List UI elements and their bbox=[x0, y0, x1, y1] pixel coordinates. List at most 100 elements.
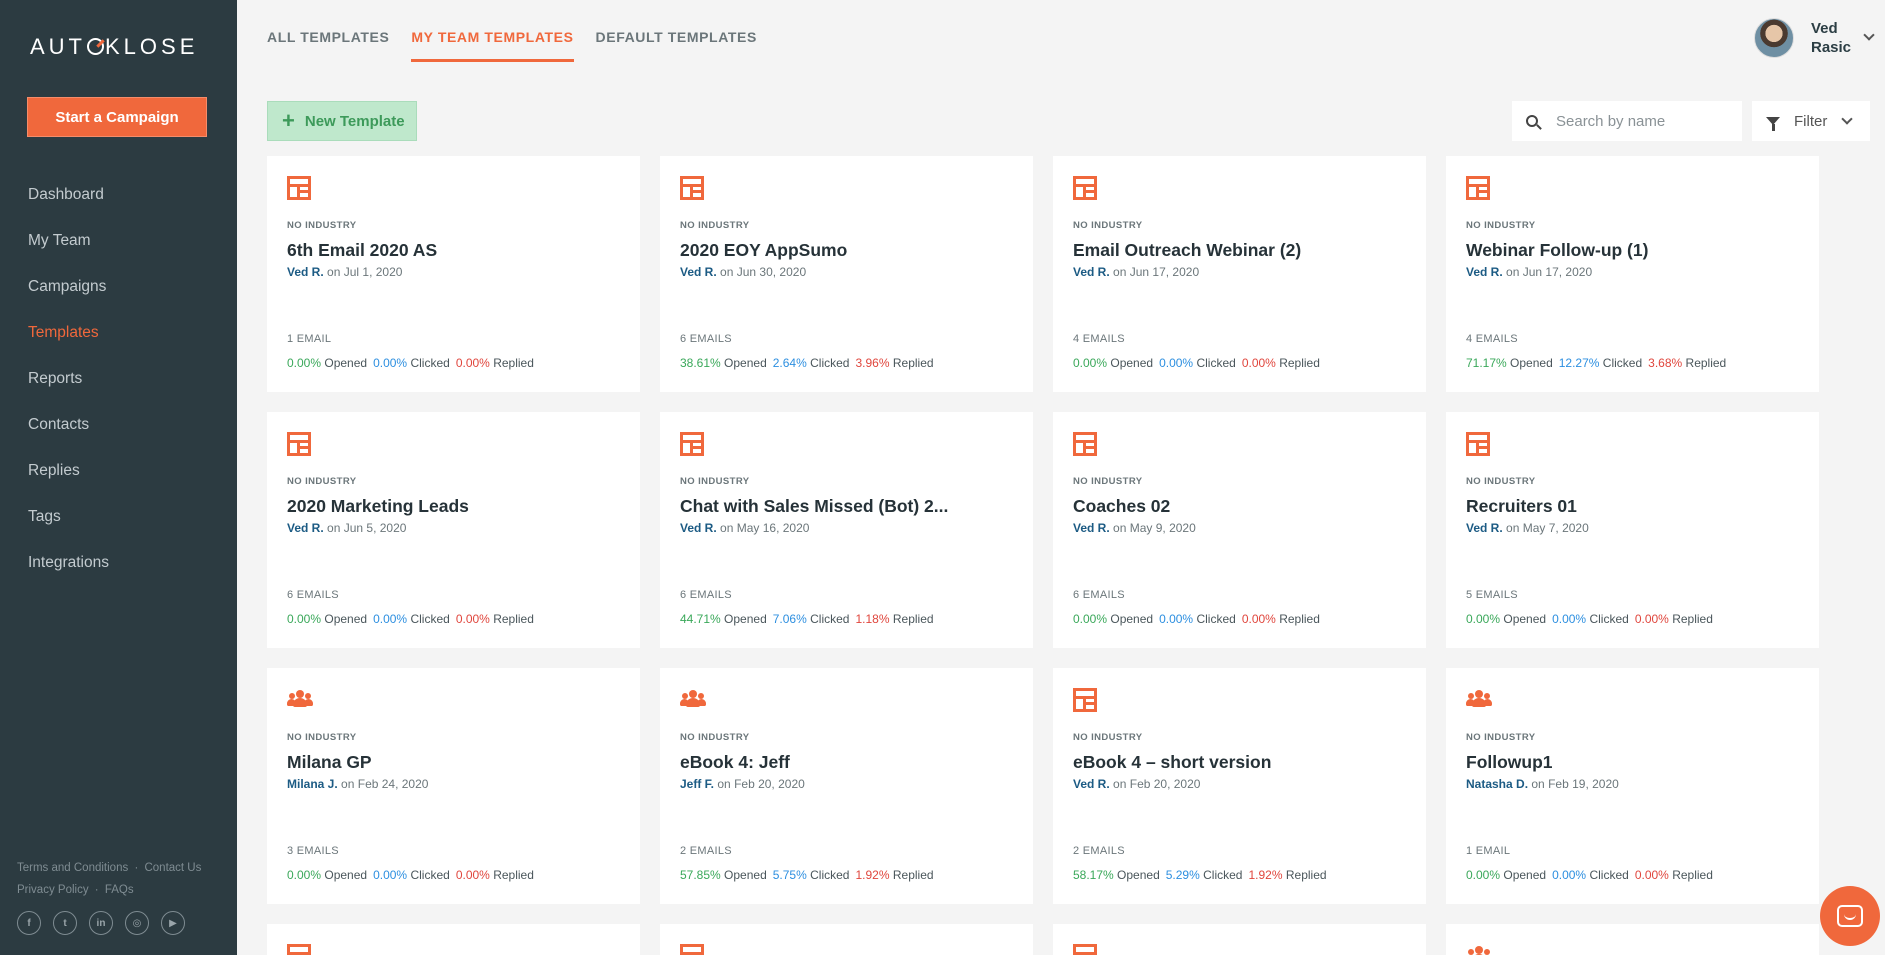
meta-on: on bbox=[1506, 521, 1520, 535]
author-name[interactable]: Ved R. bbox=[1466, 521, 1503, 535]
template-card[interactable]: NO INDUSTRY Milana GP Milana J. on Feb 24,… bbox=[267, 668, 640, 904]
new-template-button[interactable]: + New Template bbox=[267, 101, 417, 141]
user-name[interactable]: Ved Rasic bbox=[1811, 19, 1851, 57]
clicked-rate: 12.27% bbox=[1558, 356, 1600, 370]
clicked-label: Clicked bbox=[810, 612, 850, 626]
author-name[interactable]: Ved R. bbox=[287, 521, 324, 535]
template-title[interactable]: Email Outreach Webinar (2) bbox=[1073, 240, 1301, 261]
template-date: May 16, 2020 bbox=[736, 521, 810, 535]
search-icon bbox=[1526, 115, 1538, 127]
linkedin-icon[interactable]: in bbox=[89, 911, 113, 935]
author-name[interactable]: Jeff F. bbox=[680, 777, 714, 791]
author-name[interactable]: Ved R. bbox=[1073, 265, 1110, 279]
search-input[interactable] bbox=[1556, 112, 1736, 130]
chat-launcher-button[interactable] bbox=[1820, 886, 1880, 946]
author-name[interactable]: Ved R. bbox=[1073, 777, 1110, 791]
facebook-icon[interactable]: f bbox=[17, 911, 41, 935]
sidebar-item-campaigns[interactable]: Campaigns bbox=[0, 264, 237, 310]
opened-label: Opened bbox=[324, 356, 368, 370]
opened-label: Opened bbox=[1503, 868, 1547, 882]
search-box[interactable] bbox=[1512, 101, 1742, 141]
template-title[interactable]: eBook 4: Jeff bbox=[680, 752, 790, 773]
twitter-icon[interactable]: t bbox=[53, 911, 77, 935]
template-card[interactable]: NO INDUSTRY eBook 4: Jeff Jeff F. on Feb 2… bbox=[660, 668, 1033, 904]
author-name[interactable]: Ved R. bbox=[680, 265, 717, 279]
template-card[interactable] bbox=[1053, 924, 1426, 955]
sidebar-item-my-team[interactable]: My Team bbox=[0, 218, 237, 264]
author-name[interactable]: Ved R. bbox=[1073, 521, 1110, 535]
author-name[interactable]: Ved R. bbox=[1466, 265, 1503, 279]
template-card[interactable]: NO INDUSTRY 2020 Marketing Leads Ved R. on… bbox=[267, 412, 640, 648]
opened-label: Opened bbox=[1503, 612, 1547, 626]
sidebar-item-replies[interactable]: Replies bbox=[0, 448, 237, 494]
clicked-rate: 0.00% bbox=[1159, 612, 1194, 626]
author-name[interactable]: Milana J. bbox=[287, 777, 338, 791]
avatar[interactable] bbox=[1754, 18, 1794, 58]
tab-my-team-templates[interactable]: MY TEAM TEMPLATES bbox=[411, 0, 574, 62]
tab-default-templates[interactable]: DEFAULT TEMPLATES bbox=[596, 0, 757, 62]
clicked-label: Clicked bbox=[810, 868, 850, 882]
opened-rate: 0.00% bbox=[1073, 612, 1108, 626]
replied-label: Replied bbox=[1672, 868, 1713, 882]
template-card[interactable]: NO INDUSTRY 2020 EOY AppSumo Ved R. on Jun… bbox=[660, 156, 1033, 392]
template-title[interactable]: 2020 Marketing Leads bbox=[287, 496, 469, 517]
template-title[interactable]: 2020 EOY AppSumo bbox=[680, 240, 847, 261]
template-title[interactable]: Webinar Follow-up (1) bbox=[1466, 240, 1648, 261]
template-card[interactable]: NO INDUSTRY Followup1 Natasha D. on Feb 19… bbox=[1446, 668, 1819, 904]
clicked-rate: 0.00% bbox=[373, 356, 408, 370]
template-date: Jul 1, 2020 bbox=[343, 265, 403, 279]
author-name[interactable]: Natasha D. bbox=[1466, 777, 1528, 791]
author-name[interactable]: Ved R. bbox=[680, 521, 717, 535]
industry-label: NO INDUSTRY bbox=[1466, 732, 1536, 743]
template-icon bbox=[1466, 432, 1490, 456]
template-title[interactable]: eBook 4 – short version bbox=[1073, 752, 1271, 773]
template-meta: Natasha D. on Feb 19, 2020 bbox=[1466, 777, 1619, 791]
sidebar-item-dashboard[interactable]: Dashboard bbox=[0, 172, 237, 218]
sidebar-item-tags[interactable]: Tags bbox=[0, 494, 237, 540]
author-name[interactable]: Ved R. bbox=[287, 265, 324, 279]
sidebar-item-templates[interactable]: Templates bbox=[0, 310, 237, 356]
template-title[interactable]: 6th Email 2020 AS bbox=[287, 240, 437, 261]
industry-label: NO INDUSTRY bbox=[680, 476, 750, 487]
template-card[interactable]: NO INDUSTRY Recruiters 01 Ved R. on May 7,… bbox=[1446, 412, 1819, 648]
industry-label: NO INDUSTRY bbox=[1073, 220, 1143, 231]
replied-label: Replied bbox=[1672, 612, 1713, 626]
sidebar-item-reports[interactable]: Reports bbox=[0, 356, 237, 402]
filter-dropdown[interactable]: Filter bbox=[1752, 101, 1870, 141]
template-card[interactable]: NO INDUSTRY 6th Email 2020 AS Ved R. on Ju… bbox=[267, 156, 640, 392]
template-card[interactable] bbox=[267, 924, 640, 955]
user-menu[interactable]: Ved Rasic bbox=[1754, 18, 1875, 58]
template-date: May 9, 2020 bbox=[1129, 521, 1196, 535]
sidebar-item-integrations[interactable]: Integrations bbox=[0, 540, 237, 586]
template-stats: 57.85% Opened 5.75% Clicked 1.92% Replied bbox=[680, 868, 934, 882]
template-date: Jun 30, 2020 bbox=[736, 265, 807, 279]
tab-all-templates[interactable]: ALL TEMPLATES bbox=[267, 0, 389, 62]
template-title[interactable]: Followup1 bbox=[1466, 752, 1553, 773]
youtube-icon[interactable]: ▶ bbox=[161, 911, 185, 935]
chevron-down-icon[interactable] bbox=[1863, 29, 1875, 41]
email-count: 1 EMAIL bbox=[1466, 845, 1511, 857]
contact-link[interactable]: Contact Us bbox=[144, 862, 201, 874]
team-icon bbox=[1466, 690, 1492, 710]
terms-link[interactable]: Terms and Conditions bbox=[17, 862, 128, 874]
template-title[interactable]: Chat with Sales Missed (Bot) 2... bbox=[680, 496, 948, 517]
sidebar-item-contacts[interactable]: Contacts bbox=[0, 402, 237, 448]
template-card[interactable]: NO INDUSTRY Coaches 02 Ved R. on May 9, 20… bbox=[1053, 412, 1426, 648]
template-title[interactable]: Recruiters 01 bbox=[1466, 496, 1577, 517]
template-title[interactable]: Milana GP bbox=[287, 752, 372, 773]
template-card[interactable]: NO INDUSTRY Email Outreach Webinar (2) Ved… bbox=[1053, 156, 1426, 392]
start-campaign-button[interactable]: Start a Campaign bbox=[27, 97, 207, 137]
privacy-link[interactable]: Privacy Policy bbox=[17, 884, 89, 896]
template-icon bbox=[1073, 944, 1097, 955]
instagram-icon[interactable]: ◎ bbox=[125, 911, 149, 935]
template-card[interactable] bbox=[1446, 924, 1819, 955]
template-card[interactable]: NO INDUSTRY Chat with Sales Missed (Bot) … bbox=[660, 412, 1033, 648]
autoklose-logo[interactable]: AUT KLOSE bbox=[30, 34, 198, 60]
template-card[interactable]: NO INDUSTRY eBook 4 – short version Ved R.… bbox=[1053, 668, 1426, 904]
team-icon bbox=[680, 690, 706, 710]
template-card[interactable]: NO INDUSTRY Webinar Follow-up (1) Ved R. o… bbox=[1446, 156, 1819, 392]
template-title[interactable]: Coaches 02 bbox=[1073, 496, 1170, 517]
faqs-link[interactable]: FAQs bbox=[105, 884, 134, 896]
template-card[interactable] bbox=[660, 924, 1033, 955]
industry-label: NO INDUSTRY bbox=[287, 732, 357, 743]
